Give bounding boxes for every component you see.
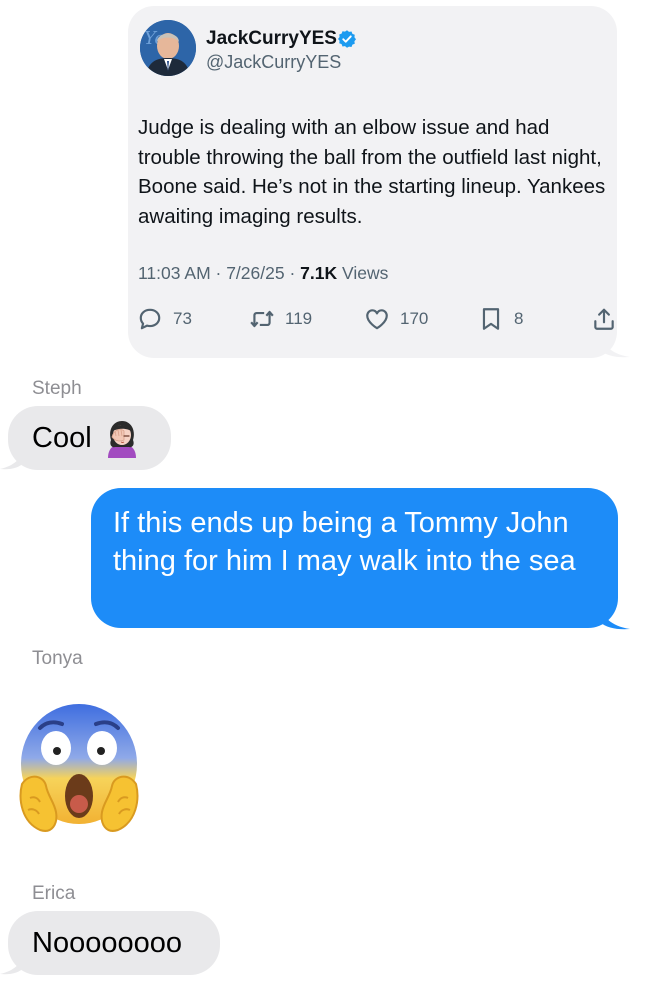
- message-text: Cool: [32, 421, 92, 454]
- bookmark-count: 8: [514, 309, 524, 328]
- face-screaming-in-fear-emoji-icon[interactable]: [16, 700, 142, 834]
- meta-separator: ·: [210, 263, 227, 283]
- author-handle[interactable]: @JackCurryYES: [206, 52, 341, 73]
- sender-name: Steph: [32, 378, 82, 399]
- views-count: 7.1K: [300, 263, 338, 283]
- sender-name: Erica: [32, 883, 76, 904]
- tweet-date[interactable]: 7/26/25: [226, 263, 284, 283]
- message-text: Noooooooo: [32, 926, 182, 959]
- tweet-text: Judge is dealing with an elbow issue and…: [138, 116, 606, 228]
- message-bubble[interactable]: Cool: [8, 406, 171, 470]
- repost-button[interactable]: 119: [249, 305, 312, 333]
- tweet-time: 11:03 AM: [138, 263, 211, 283]
- woman-facepalming-emoji-icon: [107, 421, 136, 458]
- reply-count: 73: [173, 309, 192, 328]
- like-button[interactable]: 170: [364, 305, 428, 333]
- reply-icon: [139, 308, 161, 330]
- author-name[interactable]: JackCurryYES: [206, 28, 337, 50]
- author-avatar[interactable]: Yes: [140, 20, 196, 76]
- tweet-meta: 11:03 AM · 7/26/25 · 7.1K Views: [138, 263, 388, 284]
- like-count: 170: [400, 309, 429, 328]
- sent-message-bubble[interactable]: If this ends up being a Tommy John thing…: [91, 488, 618, 628]
- verified-badge-icon: [338, 30, 356, 48]
- message-bubble[interactable]: Noooooooo: [8, 911, 220, 975]
- repost-count: 119: [285, 309, 313, 328]
- sender-name: Tonya: [32, 648, 83, 669]
- message-thread: Yes JackCurryYES @JackCurryYES Judge is …: [0, 0, 647, 1000]
- bookmark-icon: [482, 308, 500, 330]
- share-button[interactable]: [591, 305, 617, 333]
- repost-icon: [250, 310, 274, 328]
- meta-separator: ·: [284, 263, 301, 283]
- bookmark-button[interactable]: 8: [478, 305, 523, 333]
- bubble-tail: [600, 330, 630, 358]
- reply-button[interactable]: 73: [137, 305, 192, 333]
- share-icon: [594, 308, 614, 330]
- views-label: Views: [342, 263, 389, 283]
- message-text: If this ends up being a Tommy John thing…: [113, 507, 576, 577]
- like-icon: [366, 309, 388, 330]
